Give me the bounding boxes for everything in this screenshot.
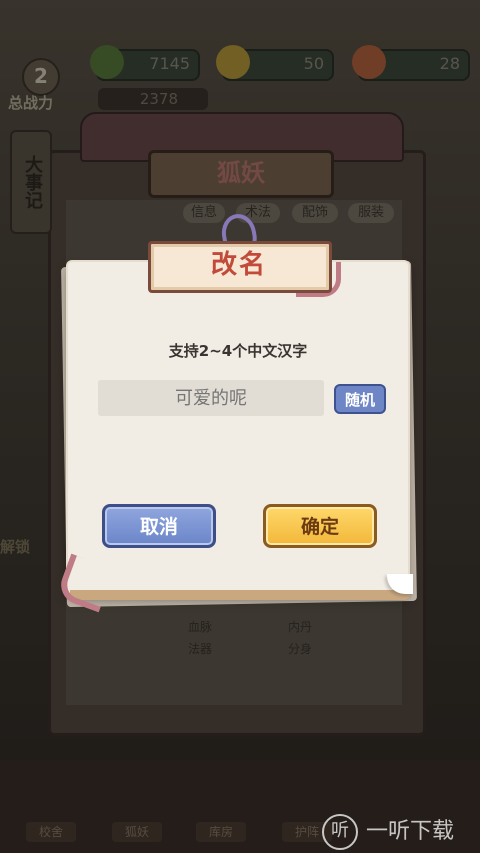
- name-input[interactable]: [98, 380, 324, 416]
- confirm-button[interactable]: 确定: [263, 504, 377, 548]
- name-hint: 支持2~4个中文汉字: [168, 342, 308, 360]
- dialog-bottom-edge: [70, 590, 410, 600]
- random-name-button[interactable]: 随机: [334, 384, 386, 414]
- dialog-title: 改名: [210, 250, 267, 280]
- watermark: 听一听下载: [322, 812, 480, 852]
- watermark-icon: 听: [322, 814, 358, 850]
- cancel-button[interactable]: 取消: [102, 504, 216, 548]
- watermark-text: 一听下载: [366, 819, 455, 844]
